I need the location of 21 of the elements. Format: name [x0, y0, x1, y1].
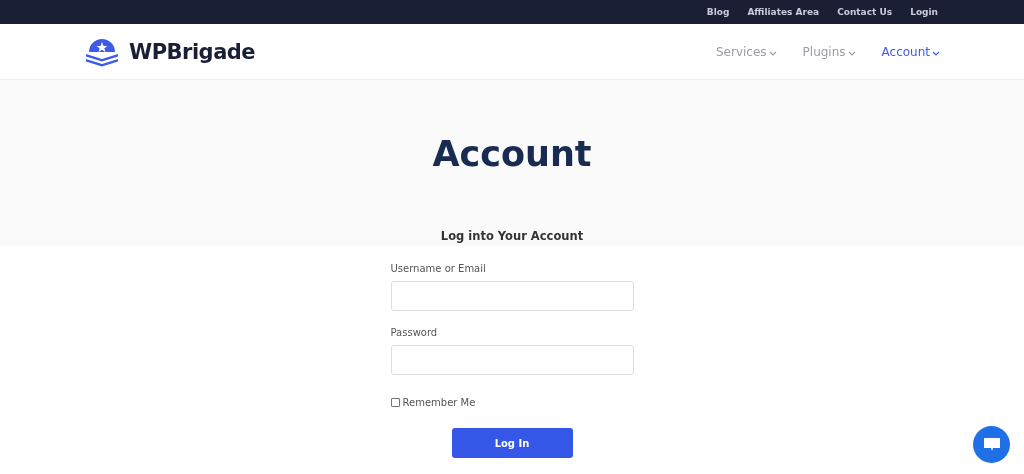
- remember-checkbox[interactable]: [390, 398, 400, 407]
- nav-menu-item[interactable]: Account: [881, 44, 940, 59]
- caret-icon: [847, 50, 856, 56]
- logo-icon[interactable]: [84, 36, 120, 67]
- remember-label: Remember Me: [402, 397, 476, 408]
- top-link[interactable]: Blog: [706, 7, 730, 17]
- top-link[interactable]: Contact Us: [837, 7, 893, 17]
- field-label: Username or Email: [390, 263, 487, 274]
- chat-button[interactable]: [973, 426, 1010, 463]
- login-button[interactable]: Log In: [451, 428, 573, 458]
- top-link[interactable]: Login: [910, 7, 938, 17]
- caret-icon: [768, 50, 777, 56]
- input-field[interactable]: [390, 345, 634, 375]
- chat-icon: [983, 437, 1000, 452]
- top-link[interactable]: Affiliates Area: [747, 7, 820, 17]
- caret-icon: [932, 50, 940, 56]
- input-field[interactable]: [390, 281, 634, 311]
- form-title: Log into Your Account: [439, 229, 585, 243]
- field-label: Password: [390, 327, 439, 338]
- logo-text[interactable]: WPBrigade: [129, 39, 256, 64]
- page-title: Account: [432, 134, 592, 176]
